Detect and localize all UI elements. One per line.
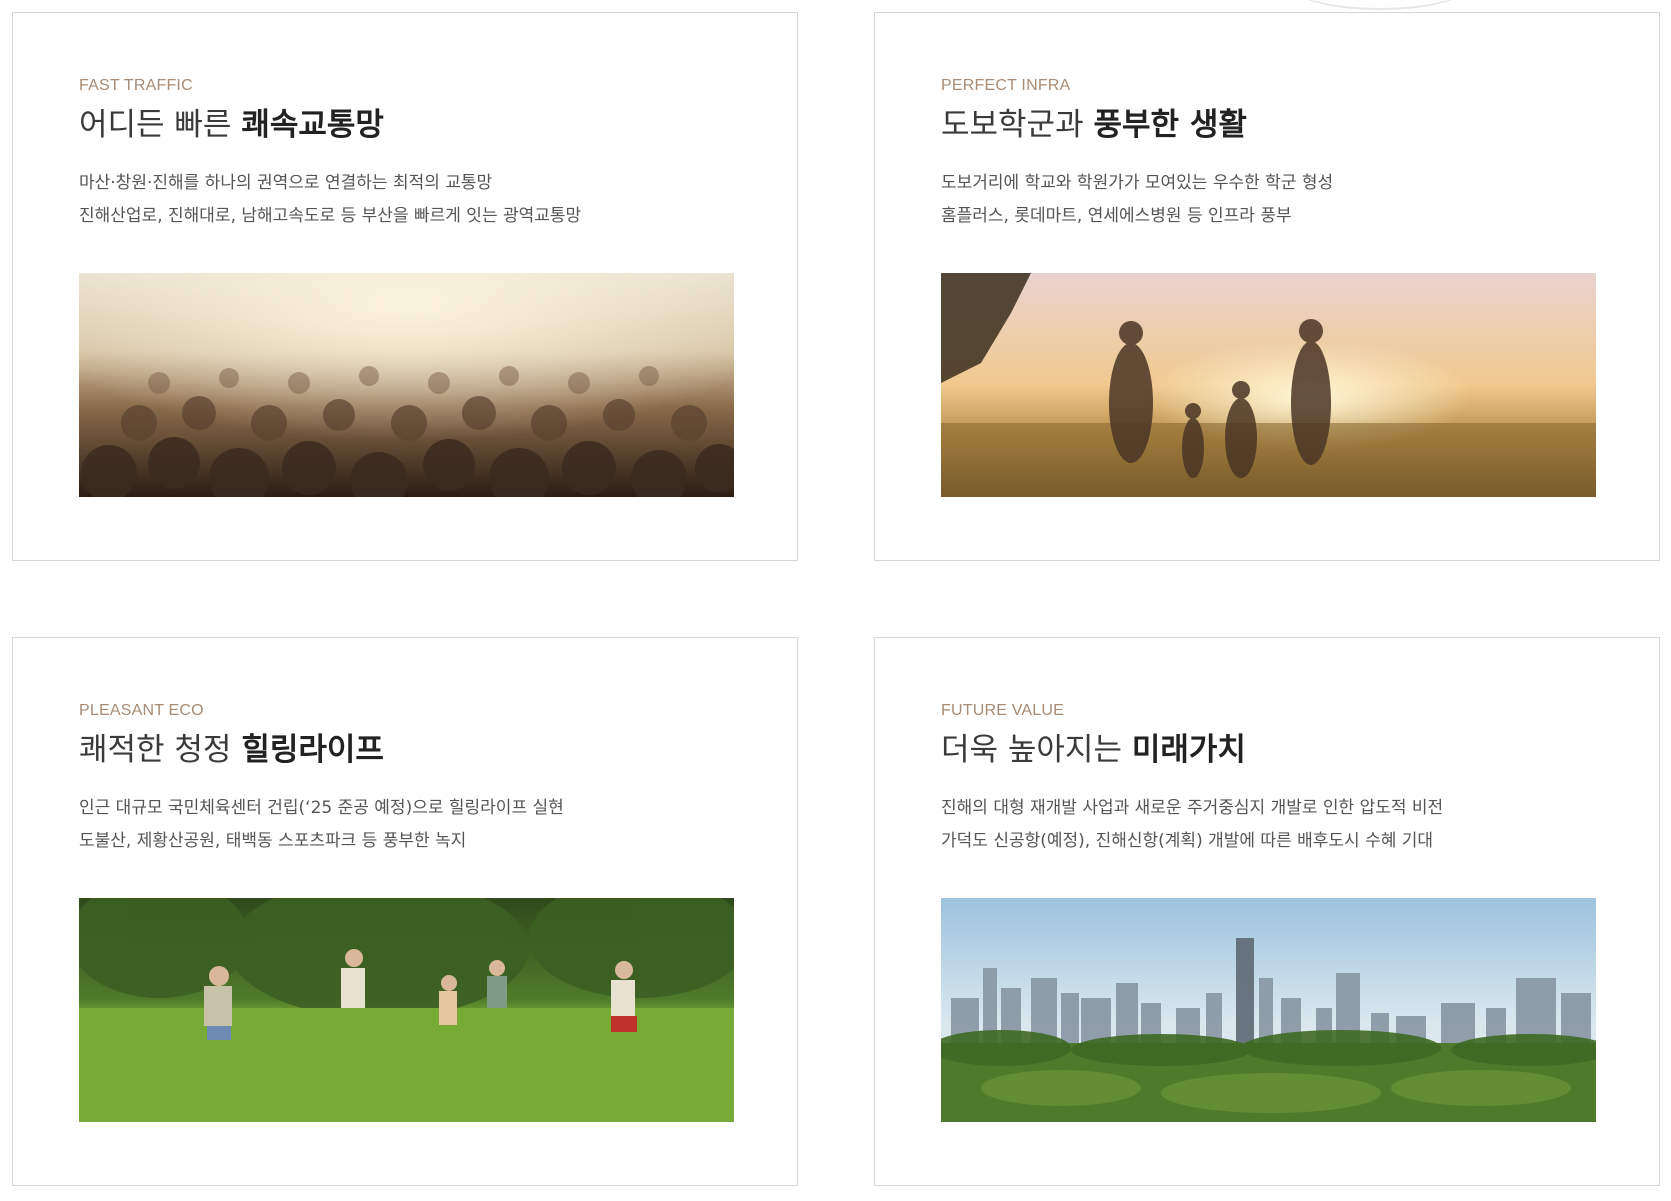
card-description-line: 도불산, 제황산공원, 태백동 스포츠파크 등 풍부한 녹지 (79, 831, 467, 851)
card-title: 어디든 빠른 쾌속교통망 (79, 99, 384, 144)
card-label: PERFECT INFRA (941, 77, 1071, 94)
city-skyline-forest-photo (941, 898, 1596, 1122)
card-label: FUTURE VALUE (941, 702, 1065, 719)
children-park-photo (79, 898, 734, 1122)
card-title-bold: 힐링라이프 (241, 732, 384, 768)
card-description-line: 진해산업로, 진해대로, 남해고속도로 등 부산을 빠르게 잇는 광역교통망 (79, 206, 582, 226)
feature-card-pleasant-eco: PLEASANT ECO 쾌적한 청정 힐링라이프 인근 대규모 국민체육센터 … (12, 637, 798, 1186)
card-title: 쾌적한 청정 힐링라이프 (79, 724, 384, 769)
card-title-bold: 쾌속교통망 (241, 107, 384, 143)
feature-card-perfect-infra: PERFECT INFRA 도보학군과 풍부한 생활 도보거리에 학교와 학원가… (874, 12, 1660, 561)
card-description: 인근 대규모 국민체육센터 건립(‘25 준공 예정)으로 힐링라이프 실현 도… (79, 792, 564, 858)
card-title-light: 쾌적한 청정 (79, 732, 242, 768)
card-title-bold: 풍부한 생활 (1093, 107, 1247, 143)
feature-card-future-value: FUTURE VALUE 더욱 높아지는 미래가치 진해의 대형 재개발 사업과… (874, 637, 1660, 1186)
card-description-line: 인근 대규모 국민체육센터 건립(‘25 준공 예정)으로 힐링라이프 실현 (79, 798, 564, 818)
card-description: 진해의 대형 재개발 사업과 새로운 주거중심지 개발로 인한 압도적 비전 가… (941, 792, 1443, 858)
card-label: PLEASANT ECO (79, 702, 204, 719)
card-description: 마산·창원·진해를 하나의 권역으로 연결하는 최적의 교통망 진해산업로, 진… (79, 167, 581, 233)
card-description-line: 홈플러스, 롯데마트, 연세에스병원 등 인프라 풍부 (941, 206, 1292, 226)
card-title-bold: 미래가치 (1131, 732, 1246, 768)
feature-card-fast-traffic: FAST TRAFFIC 어디든 빠른 쾌속교통망 마산·창원·진해를 하나의 … (12, 12, 798, 561)
card-description-line: 가덕도 신공항(예정), 진해신항(계획) 개발에 따른 배후도시 수혜 기대 (941, 831, 1434, 851)
card-title-light: 어디든 빠른 (79, 107, 242, 143)
family-sunset-field-photo (941, 273, 1596, 497)
card-title: 도보학군과 풍부한 생활 (941, 99, 1247, 144)
decorative-arc (1290, 0, 1470, 10)
crowd-street-photo (79, 273, 734, 497)
card-label: FAST TRAFFIC (79, 77, 193, 94)
card-title-light: 도보학군과 (941, 107, 1094, 143)
card-description-line: 도보거리에 학교와 학원가가 모여있는 우수한 학군 형성 (941, 173, 1334, 193)
card-title: 더욱 높아지는 미래가치 (941, 724, 1246, 769)
card-description-line: 마산·창원·진해를 하나의 권역으로 연결하는 최적의 교통망 (79, 173, 493, 193)
card-description: 도보거리에 학교와 학원가가 모여있는 우수한 학군 형성 홈플러스, 롯데마트… (941, 167, 1333, 233)
card-title-light: 더욱 높아지는 (941, 732, 1132, 768)
card-description-line: 진해의 대형 재개발 사업과 새로운 주거중심지 개발로 인한 압도적 비전 (941, 798, 1444, 818)
